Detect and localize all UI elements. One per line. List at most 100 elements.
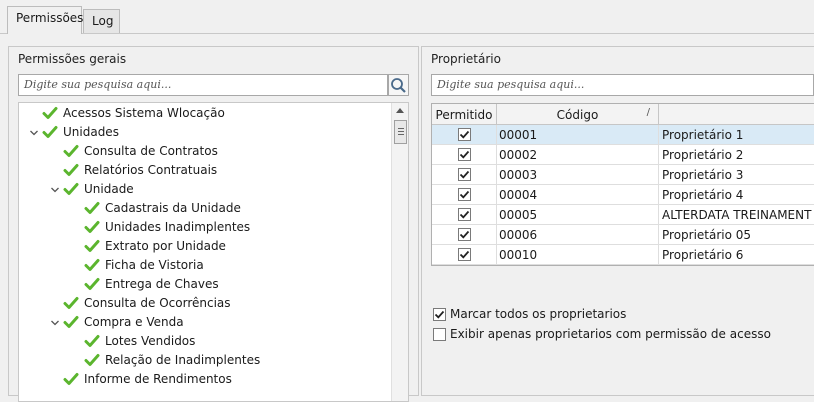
right-search-input[interactable]: Digite sua pesquisa aqui... — [431, 74, 814, 96]
permitido-cell[interactable] — [432, 225, 497, 245]
tab-label: Log — [92, 14, 114, 28]
chevron-down-icon[interactable] — [50, 184, 60, 194]
checkbox-label: Exibir apenas proprietarios com permissã… — [450, 327, 771, 341]
green-check-icon[interactable] — [63, 182, 79, 196]
tree-item[interactable]: Lotes Vendidos — [19, 332, 390, 351]
tree-item-label: Unidades Inadimplentes — [105, 220, 251, 234]
checkbox-box[interactable] — [433, 328, 446, 341]
green-check-icon[interactable] — [42, 106, 58, 120]
tree-scrollbar[interactable] — [391, 103, 408, 401]
table-row[interactable]: 00002 Proprietário 2 — [432, 145, 814, 165]
permitido-cell[interactable] — [432, 245, 497, 265]
codigo-cell: 00003 — [497, 165, 659, 185]
tab-label: Permissões — [16, 11, 84, 25]
tab-divider — [0, 33, 814, 34]
col-header-permitido[interactable]: Permitido — [432, 104, 497, 125]
tree-item[interactable]: Unidade — [19, 180, 390, 199]
chevron-down-icon[interactable] — [50, 317, 60, 327]
green-check-icon[interactable] — [84, 258, 100, 272]
nome-cell: Proprietário 1 — [662, 128, 744, 142]
tree-item[interactable]: Unidades Inadimplentes — [19, 218, 390, 237]
col-header-codigo[interactable]: Código / — [497, 104, 659, 125]
proprietarios-grid[interactable]: Permitido Código / 00001 Proprietário 1 00… — [431, 103, 814, 266]
tree-item[interactable]: Compra e Venda — [19, 313, 390, 332]
tree-item[interactable]: Extrato por Unidade — [19, 237, 390, 256]
green-check-icon[interactable] — [84, 201, 100, 215]
green-check-icon[interactable] — [84, 353, 100, 367]
scroll-thumb[interactable] — [394, 120, 407, 144]
green-check-icon[interactable] — [63, 144, 79, 158]
tree-item[interactable]: Relação de Inadimplentes — [19, 351, 390, 370]
tree-item-label: Compra e Venda — [84, 315, 184, 329]
permitido-cell[interactable] — [432, 165, 497, 185]
green-check-icon[interactable] — [63, 372, 79, 386]
search-button[interactable] — [388, 74, 409, 96]
green-check-icon[interactable] — [63, 315, 79, 329]
permitido-checkbox[interactable] — [458, 188, 471, 201]
permitido-cell[interactable] — [432, 185, 497, 205]
checkbox-label: Marcar todos os proprietarios — [450, 307, 627, 321]
permitido-checkbox[interactable] — [458, 248, 471, 261]
permitido-cell[interactable] — [432, 125, 497, 145]
tab-bar: Permissões Log — [0, 0, 814, 34]
tree-item-label: Informe de Rendimentos — [84, 372, 232, 386]
checkbox-box[interactable] — [433, 308, 446, 321]
codigo-cell: 00001 — [497, 125, 659, 145]
tree-item[interactable]: Unidades — [19, 123, 390, 142]
green-check-icon[interactable] — [84, 220, 100, 234]
tree-item-label: Consulta de Ocorrências — [84, 296, 231, 310]
green-check-icon[interactable] — [84, 239, 100, 253]
col-header-label: Código — [556, 108, 599, 122]
tree-item-label: Extrato por Unidade — [105, 239, 226, 253]
green-check-icon[interactable] — [42, 125, 58, 139]
tree-item-label: Entrega de Chaves — [105, 277, 219, 291]
green-check-icon[interactable] — [84, 277, 100, 291]
col-header-nome[interactable] — [659, 104, 814, 125]
table-row[interactable]: 00001 Proprietário 1 — [432, 125, 814, 145]
tree-item-label: Ficha de Vistoria — [105, 258, 204, 272]
green-check-icon[interactable] — [63, 296, 79, 310]
table-row[interactable]: 00006 Proprietário 05 — [432, 225, 814, 245]
chevron-down-icon[interactable] — [29, 127, 39, 137]
tree-item-label: Lotes Vendidos — [105, 334, 196, 348]
permitido-cell[interactable] — [432, 145, 497, 165]
tree-item[interactable]: Consulta de Ocorrências — [19, 294, 390, 313]
tree-item[interactable]: Acessos Sistema Wlocação — [19, 104, 390, 123]
table-row[interactable]: 00005 ALTERDATA TREINAMENT — [432, 205, 814, 225]
tree-item-label: Unidades — [63, 125, 119, 139]
permitido-checkbox[interactable] — [458, 128, 471, 141]
tab-permissoes[interactable]: Permissões — [7, 6, 84, 34]
table-row[interactable]: 00010 Proprietário 6 — [432, 245, 814, 265]
tree-item[interactable]: Consulta de Contratos — [19, 142, 390, 161]
tree-item-label: Relatórios Contratuais — [84, 163, 218, 177]
tree-item[interactable]: Relatórios Contratuais — [19, 161, 390, 180]
right-panel-title: Proprietário — [431, 52, 501, 66]
tab-log[interactable]: Log — [83, 9, 120, 34]
nome-cell: Proprietário 2 — [662, 148, 744, 162]
nome-cell: Proprietário 05 — [662, 228, 752, 242]
sort-indicator-icon: / — [646, 107, 650, 118]
green-check-icon[interactable] — [84, 334, 100, 348]
scroll-up-icon[interactable] — [396, 108, 404, 113]
grid-header: Permitido Código / — [432, 104, 814, 125]
tree-item[interactable]: Entrega de Chaves — [19, 275, 390, 294]
permitido-cell[interactable] — [432, 205, 497, 225]
permitido-checkbox[interactable] — [458, 208, 471, 221]
tree-item[interactable]: Cadastrais da Unidade — [19, 199, 390, 218]
tree-item-label: Relação de Inadimplentes — [105, 353, 261, 367]
nome-cell: ALTERDATA TREINAMENT — [662, 208, 812, 222]
left-search-input[interactable]: Digite sua pesquisa aqui... — [18, 74, 388, 96]
table-row[interactable]: 00004 Proprietário 4 — [432, 185, 814, 205]
tree-item[interactable]: Informe de Rendimentos — [19, 370, 390, 389]
permitido-checkbox[interactable] — [458, 168, 471, 181]
permitido-checkbox[interactable] — [458, 228, 471, 241]
tree-item[interactable]: Ficha de Vistoria — [19, 256, 390, 275]
green-check-icon[interactable] — [63, 163, 79, 177]
nome-cell: Proprietário 4 — [662, 188, 744, 202]
permissions-tree[interactable]: Informe de Rendimentos Relação de Inadimp… — [18, 102, 409, 402]
magnifier-icon — [391, 78, 406, 93]
nome-cell: Proprietário 6 — [662, 248, 744, 262]
tree-item-label: Acessos Sistema Wlocação — [63, 106, 225, 120]
table-row[interactable]: 00003 Proprietário 3 — [432, 165, 814, 185]
permitido-checkbox[interactable] — [458, 148, 471, 161]
